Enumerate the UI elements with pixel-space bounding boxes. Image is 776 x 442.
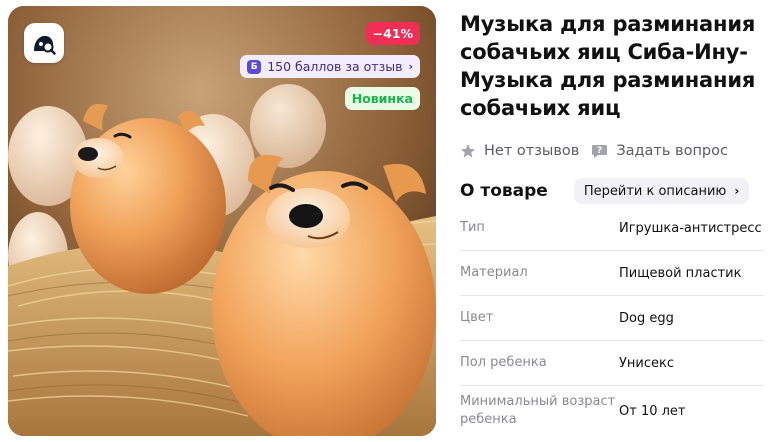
go-to-description-button[interactable]: Перейти к описанию › xyxy=(573,178,750,204)
question-bubble-icon: ? xyxy=(592,145,608,158)
about-title: О товаре xyxy=(460,181,548,201)
reviews-link[interactable]: Нет отзывов xyxy=(460,143,579,159)
reviews-label: Нет отзывов xyxy=(484,143,580,159)
spec-value: Пищевой пластик xyxy=(619,265,742,281)
spec-key: Минимальный возраст ребенка xyxy=(460,394,616,427)
spec-value: Dog egg xyxy=(619,310,674,326)
star-icon xyxy=(461,144,475,158)
spec-row: Тип Игрушка-антистресс xyxy=(460,206,764,251)
product-title: Музыка для разминания собачьих яиц Сиба-… xyxy=(460,12,756,120)
ask-question-link[interactable]: ? Задать вопрос xyxy=(591,143,728,159)
spec-row: Материал Пищевой пластик xyxy=(460,251,764,296)
spec-value: Унисекс xyxy=(619,355,675,371)
spec-row: Пол ребенка Унисекс xyxy=(460,341,764,386)
spec-key: Пол ребенка xyxy=(460,355,547,370)
about-section-header: О товаре Перейти к описанию › xyxy=(460,178,770,204)
svg-text:?: ? xyxy=(597,146,602,156)
specs-table: Тип Игрушка-антистресс Материал Пищевой … xyxy=(460,206,764,436)
spec-row: Минимальный возраст ребенка От 10 лет xyxy=(460,386,764,436)
visual-search-icon xyxy=(34,35,56,55)
spec-key: Материал xyxy=(460,265,528,280)
product-photo[interactable]: −41% Б 150 баллов за отзыв › Новинка xyxy=(8,6,436,436)
product-meta-row: Нет отзывов ? Задать вопрос xyxy=(460,141,728,161)
review-bonus-badge[interactable]: Б 150 баллов за отзыв › xyxy=(240,55,420,78)
spec-value: От 10 лет xyxy=(619,403,686,419)
discount-value: −41% xyxy=(372,26,413,41)
bonus-points-icon: Б xyxy=(247,59,262,74)
spec-key: Цвет xyxy=(460,310,494,325)
spec-value: Игрушка-антистресс xyxy=(619,220,762,236)
review-bonus-text: 150 баллов за отзыв xyxy=(267,59,403,74)
discount-badge: −41% xyxy=(365,22,420,45)
chevron-right-icon: › xyxy=(408,60,413,73)
spec-row: Цвет Dog egg xyxy=(460,296,764,341)
new-badge-text: Новинка xyxy=(351,91,413,106)
go-to-description-label: Перейти к описанию xyxy=(583,183,727,199)
chevron-right-icon: › xyxy=(734,184,740,198)
new-badge: Новинка xyxy=(344,87,420,110)
visual-search-button[interactable] xyxy=(24,23,64,63)
spec-key: Тип xyxy=(460,220,485,235)
ask-question-label: Задать вопрос xyxy=(616,143,728,159)
